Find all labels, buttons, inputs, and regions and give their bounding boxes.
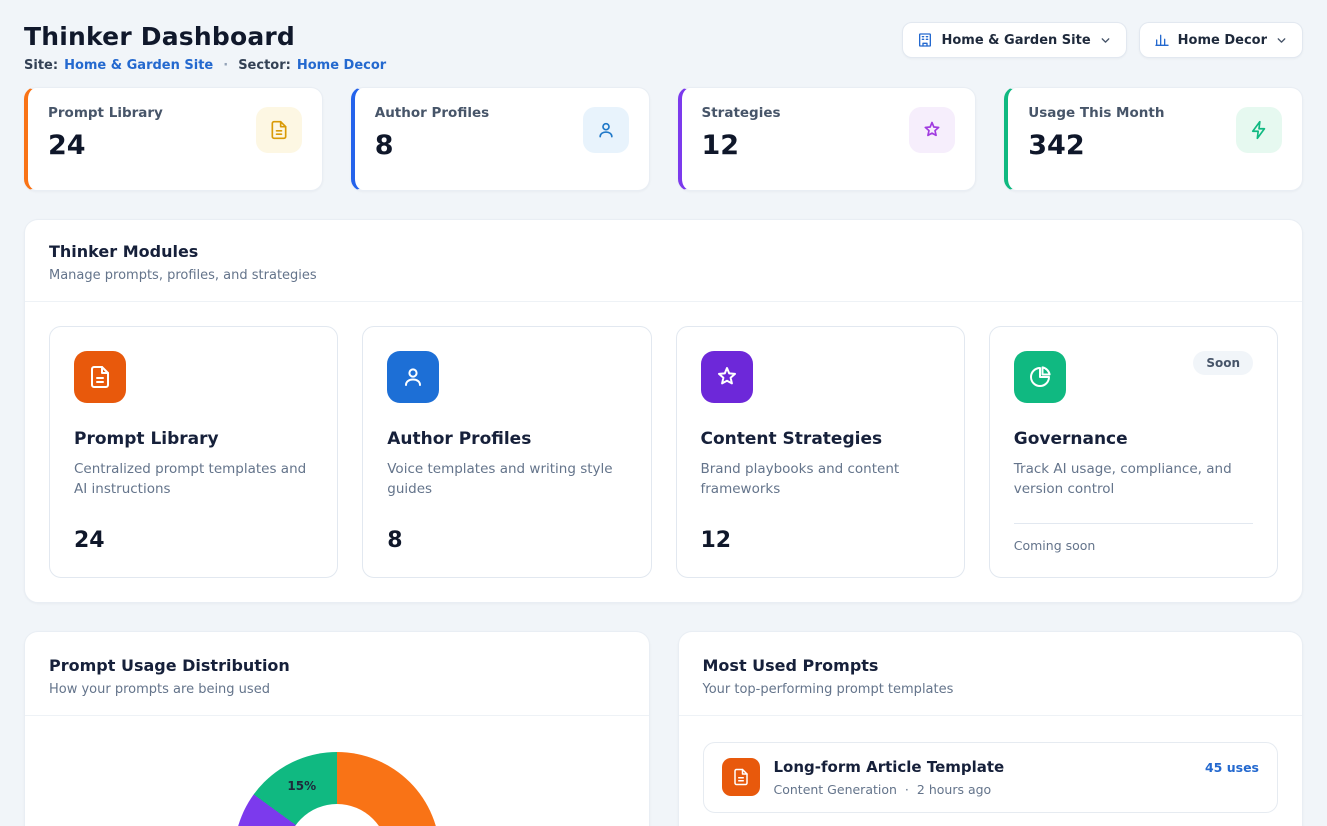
- document-icon: [74, 351, 126, 403]
- sector-selector-value: Home Decor: [1178, 33, 1267, 48]
- separator-dot: ·: [905, 782, 909, 797]
- slice-label-green: 15%: [287, 779, 316, 793]
- stat-value: 12: [702, 130, 781, 161]
- title-block: Thinker Dashboard Site: Home & Garden Si…: [24, 22, 386, 73]
- module-title: Prompt Library: [74, 429, 313, 449]
- most-used-prompts-panel: Most Used Prompts Your top-performing pr…: [678, 631, 1304, 826]
- bottom-row: Prompt Usage Distribution How your promp…: [24, 631, 1303, 826]
- prompt-item-uses: 45 uses: [1205, 760, 1259, 775]
- header: Thinker Dashboard Site: Home & Garden Si…: [24, 22, 1303, 73]
- stat-text: Prompt Library 24: [48, 105, 163, 161]
- prompt-list: Long-form Article Template Content Gener…: [679, 716, 1303, 826]
- module-top: [701, 351, 940, 403]
- document-icon: [722, 758, 760, 796]
- stat-text: Usage This Month 342: [1028, 105, 1164, 161]
- stat-text: Author Profiles 8: [375, 105, 489, 161]
- module-card-author-profiles[interactable]: Author Profiles Voice templates and writ…: [362, 326, 651, 578]
- donut-chart-area: 15%: [25, 716, 649, 826]
- site-link[interactable]: Home & Garden Site: [64, 58, 213, 73]
- stat-text: Strategies 12: [702, 105, 781, 161]
- pie-chart-icon: [1014, 351, 1066, 403]
- prompt-list-item[interactable]: Long-form Article Template Content Gener…: [703, 742, 1279, 813]
- user-icon: [583, 107, 629, 153]
- stat-value: 8: [375, 130, 489, 161]
- dashboard-page: Thinker Dashboard Site: Home & Garden Si…: [0, 0, 1327, 826]
- chevron-down-icon: [1099, 34, 1112, 47]
- stat-label: Author Profiles: [375, 105, 489, 121]
- stat-card-author-profiles: Author Profiles 8: [351, 87, 650, 191]
- usage-panel-subtitle: How your prompts are being used: [49, 682, 625, 697]
- module-card-governance[interactable]: Soon Governance Track AI usage, complian…: [989, 326, 1278, 578]
- site-selector-value: Home & Garden Site: [941, 33, 1090, 48]
- prompts-panel-header: Most Used Prompts Your top-performing pr…: [679, 632, 1303, 716]
- building-icon: [917, 32, 933, 48]
- prompts-panel-subtitle: Your top-performing prompt templates: [703, 682, 1279, 697]
- module-card-content-strategies[interactable]: Content Strategies Brand playbooks and c…: [676, 326, 965, 578]
- sector-selector-dropdown[interactable]: Home Decor: [1139, 22, 1303, 58]
- site-selector-dropdown[interactable]: Home & Garden Site: [902, 22, 1126, 58]
- stat-value: 342: [1028, 130, 1164, 161]
- module-top: Soon: [1014, 351, 1253, 403]
- module-description: Track AI usage, compliance, and version …: [1014, 459, 1253, 500]
- module-card-prompt-library[interactable]: Prompt Library Centralized prompt templa…: [49, 326, 338, 578]
- header-selectors: Home & Garden Site Home Decor: [902, 22, 1303, 58]
- separator-dot: ·: [223, 58, 228, 73]
- soon-badge: Soon: [1193, 351, 1253, 375]
- bar-chart-icon: [1154, 32, 1170, 48]
- stats-row: Prompt Library 24 Author Profiles 8 Stra…: [24, 87, 1303, 191]
- prompt-item-category: Content Generation: [774, 782, 897, 797]
- site-label: Site:: [24, 58, 58, 73]
- module-count: 12: [701, 512, 940, 553]
- stat-card-usage: Usage This Month 342: [1004, 87, 1303, 191]
- stat-label: Usage This Month: [1028, 105, 1164, 121]
- prompt-item-time: 2 hours ago: [917, 782, 991, 797]
- usage-panel-title: Prompt Usage Distribution: [49, 656, 625, 675]
- breadcrumb: Site: Home & Garden Site · Sector: Home …: [24, 58, 386, 73]
- module-top: [74, 351, 313, 403]
- user-icon: [387, 351, 439, 403]
- module-description: Centralized prompt templates and AI inst…: [74, 459, 313, 500]
- prompt-item-title: Long-form Article Template: [774, 758, 1191, 776]
- module-description: Brand playbooks and content frameworks: [701, 459, 940, 500]
- module-title: Content Strategies: [701, 429, 940, 449]
- chevron-down-icon: [1275, 34, 1288, 47]
- usage-distribution-panel: Prompt Usage Distribution How your promp…: [24, 631, 650, 826]
- usage-panel-header: Prompt Usage Distribution How your promp…: [25, 632, 649, 716]
- stat-card-strategies: Strategies 12: [678, 87, 977, 191]
- star-icon: [909, 107, 955, 153]
- modules-title: Thinker Modules: [49, 242, 1278, 261]
- modules-subtitle: Manage prompts, profiles, and strategies: [49, 268, 1278, 283]
- module-title: Governance: [1014, 429, 1253, 449]
- prompt-item-body: Long-form Article Template Content Gener…: [774, 758, 1191, 797]
- stat-value: 24: [48, 130, 163, 161]
- star-icon: [701, 351, 753, 403]
- stat-label: Strategies: [702, 105, 781, 121]
- bolt-icon: [1236, 107, 1282, 153]
- stat-label: Prompt Library: [48, 105, 163, 121]
- thinker-modules-section: Thinker Modules Manage prompts, profiles…: [24, 219, 1303, 603]
- donut-chart: 15%: [234, 752, 440, 826]
- module-count: 8: [387, 512, 626, 553]
- module-title: Author Profiles: [387, 429, 626, 449]
- coming-soon-label: Coming soon: [1014, 523, 1253, 553]
- stat-card-prompt-library: Prompt Library 24: [24, 87, 323, 191]
- prompt-item-meta: Content Generation · 2 hours ago: [774, 782, 1191, 797]
- modules-grid: Prompt Library Centralized prompt templa…: [25, 302, 1302, 602]
- module-top: [387, 351, 626, 403]
- prompts-panel-title: Most Used Prompts: [703, 656, 1279, 675]
- module-count: 24: [74, 512, 313, 553]
- sector-label: Sector:: [238, 58, 291, 73]
- document-icon: [256, 107, 302, 153]
- modules-header: Thinker Modules Manage prompts, profiles…: [25, 220, 1302, 302]
- page-title: Thinker Dashboard: [24, 22, 386, 51]
- module-description: Voice templates and writing style guides: [387, 459, 626, 500]
- sector-link[interactable]: Home Decor: [297, 58, 386, 73]
